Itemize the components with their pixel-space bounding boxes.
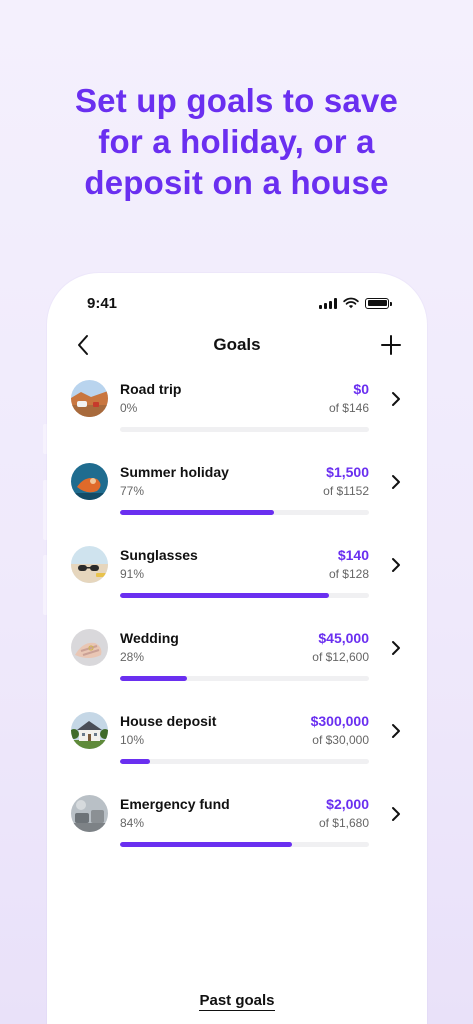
goal-name: Sunglasses (120, 547, 198, 563)
goal-target: of $128 (328, 567, 369, 581)
goal-photo (71, 546, 108, 583)
chevron-right-icon (392, 558, 400, 572)
goal-progress-bar (120, 842, 369, 847)
goal-percent: 0% (120, 401, 138, 415)
wifi-icon (343, 297, 359, 309)
goal-amount: $0 (353, 381, 369, 397)
goal-list: Road trip 0% $0 of $146 Summer holiday 77% $1,… (71, 377, 405, 875)
goal-photo (71, 629, 108, 666)
cellular-signal-icon (319, 297, 337, 309)
goal-name: Road trip (120, 381, 182, 397)
goal-amount: $2,000 (326, 796, 369, 812)
phone-screen: 9:41 Goals Road trip0%$0of $146Summe (47, 273, 427, 1024)
goal-progress-fill (120, 759, 150, 764)
goal-progress-fill (120, 676, 188, 681)
chevron-right-icon (392, 475, 400, 489)
goal-progress-fill (120, 593, 330, 598)
chevron-right-icon (392, 724, 400, 738)
goal-photo (71, 795, 108, 832)
goal-target: of $146 (328, 401, 369, 415)
goal-progress-fill (120, 510, 275, 515)
goal-amount: $1,500 (326, 464, 369, 480)
goal-amount: $140 (337, 547, 369, 563)
goal-row[interactable]: Emergency fund 84% $2,000 of $1,680 (71, 792, 405, 875)
goal-progress-bar (120, 510, 369, 515)
goal-amount: $300,000 (310, 713, 369, 729)
goal-photo (71, 380, 108, 417)
goal-percent: 10% (120, 733, 145, 747)
goal-name: Summer holiday (120, 464, 229, 480)
battery-icon (365, 297, 392, 309)
goal-percent: 28% (120, 650, 145, 664)
goal-percent: 77% (120, 484, 145, 498)
goal-progress-fill (120, 842, 292, 847)
plus-icon (381, 335, 401, 355)
add-goal-button[interactable] (377, 331, 405, 359)
goal-percent: 84% (120, 816, 145, 830)
goal-progress-bar (120, 427, 369, 432)
status-time: 9:41 (87, 294, 118, 312)
page-title: Goals (213, 335, 261, 354)
chevron-right-icon (392, 641, 400, 655)
goal-target: of $1,680 (318, 816, 369, 830)
back-button[interactable] (69, 331, 97, 359)
status-bar: 9:41 (87, 293, 392, 313)
goal-row[interactable]: Wedding 28% $45,000 of $12,600 (71, 626, 405, 709)
goal-row[interactable]: Sunglasses 91% $140 of $128 (71, 543, 405, 626)
goal-percent: 91% (120, 567, 145, 581)
goal-name: Wedding (120, 630, 179, 646)
goal-progress-bar (120, 759, 369, 764)
goal-progress-bar (120, 593, 369, 598)
goal-photo (71, 463, 108, 500)
status-icons (319, 297, 392, 309)
chevron-left-icon (78, 335, 88, 355)
goal-amount: $45,000 (318, 630, 369, 646)
chevron-right-icon (392, 392, 400, 406)
goal-row[interactable]: House deposit 10% $300,000 of $30,000 (71, 709, 405, 792)
goal-target: of $30,000 (312, 733, 369, 747)
past-goals-link[interactable]: Past goals (199, 992, 275, 1011)
goal-row[interactable]: Road trip 0% $0 of $146 (71, 377, 405, 460)
nav-bar: Goals (69, 330, 405, 360)
goal-name: House deposit (120, 713, 217, 729)
goal-photo (71, 712, 108, 749)
goal-target: of $1152 (323, 484, 369, 498)
goal-name: Emergency fund (120, 796, 230, 812)
goal-row[interactable]: Summer holiday 77% $1,500 of $1152 (71, 460, 405, 543)
goal-target: of $12,600 (312, 650, 369, 664)
goal-progress-bar (120, 676, 369, 681)
chevron-right-icon (392, 807, 400, 821)
marketing-headline: Set up goals to save for a holiday, or a… (74, 82, 399, 201)
